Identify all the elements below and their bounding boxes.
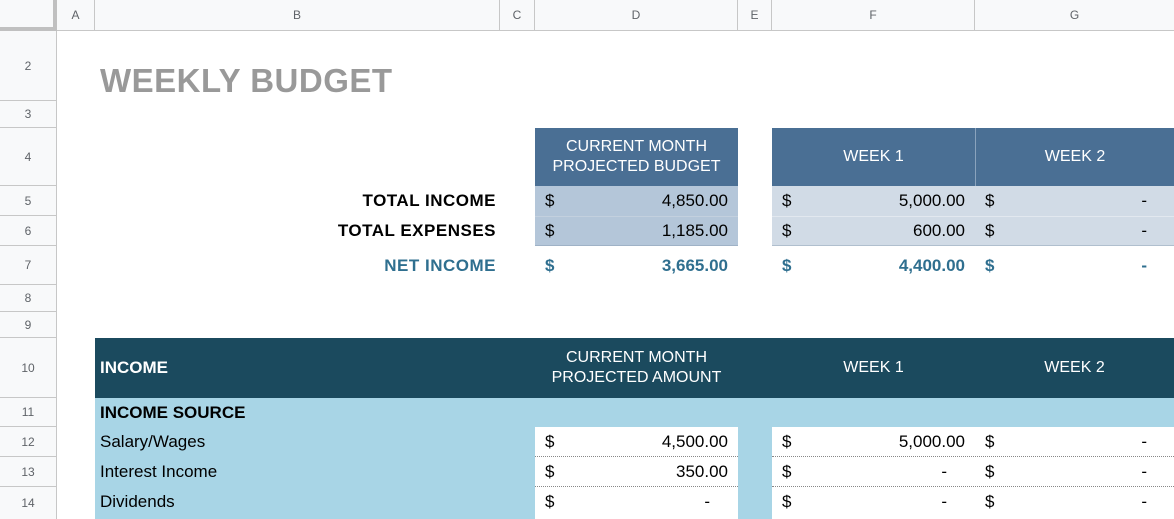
summary-header-week-2[interactable]: WEEK 2	[975, 128, 1174, 186]
total-expenses-week2-value[interactable]: -	[1000, 216, 1147, 246]
column-header-d[interactable]: D	[535, 0, 738, 31]
row-header-9[interactable]: 9	[0, 312, 57, 338]
income-header-projected-amount[interactable]: CURRENT MONTH PROJECTED AMOUNT	[535, 338, 738, 398]
dollar-sign: $	[782, 221, 792, 240]
total-expenses-week1-value[interactable]: 600.00	[800, 216, 965, 246]
dollar-sign: $	[985, 255, 995, 275]
income-header-week-1[interactable]: WEEK 1	[772, 338, 975, 398]
dollar-sign: $	[782, 191, 792, 210]
dollar-sign: $	[782, 492, 792, 511]
row-header-10[interactable]: 10	[0, 338, 57, 398]
salary-week2-cell[interactable]: -	[1000, 427, 1147, 457]
dollar-sign: $	[782, 255, 792, 275]
column-header-b[interactable]: B	[95, 0, 500, 31]
row-header-11[interactable]: 11	[0, 398, 57, 427]
row-header-5[interactable]: 5	[0, 186, 57, 216]
total-income-budget-value[interactable]: 4,850.00	[560, 186, 728, 216]
summary-label-net-income[interactable]: NET INCOME	[95, 246, 496, 285]
dividends-week2-cell[interactable]: -	[1000, 487, 1147, 517]
dollar-sign: $	[545, 492, 555, 511]
dividends-amount-cell[interactable]: -	[560, 487, 710, 517]
row-header-14[interactable]: 14	[0, 487, 57, 519]
summary-header-projected-budget[interactable]: CURRENT MONTH PROJECTED BUDGET	[535, 128, 738, 186]
income-source-label[interactable]: INCOME SOURCE	[100, 398, 245, 427]
salary-amount-cell[interactable]: 4,500.00	[560, 427, 728, 457]
net-income-week1-value[interactable]: 4,400.00	[800, 246, 965, 285]
dollar-sign: $	[782, 462, 792, 481]
total-income-week2-value[interactable]: -	[1000, 186, 1147, 216]
dollar-sign: $	[985, 221, 995, 240]
row-header-7[interactable]: 7	[0, 246, 57, 285]
column-header-g[interactable]: G	[975, 0, 1174, 31]
row-header-8[interactable]: 8	[0, 285, 57, 312]
salary-week1-cell[interactable]: 5,000.00	[800, 427, 965, 457]
column-header-f[interactable]: F	[772, 0, 975, 31]
net-income-budget-value[interactable]: 3,665.00	[560, 246, 728, 285]
income-header-week-2[interactable]: WEEK 2	[975, 338, 1174, 398]
row-header-3[interactable]: 3	[0, 101, 57, 128]
select-all-corner[interactable]	[0, 0, 57, 31]
interest-amount-cell[interactable]: 350.00	[560, 457, 728, 487]
dollar-sign: $	[545, 255, 555, 275]
summary-header-week-1[interactable]: WEEK 1	[772, 128, 975, 186]
dollar-sign: $	[545, 221, 555, 240]
dollar-sign: $	[985, 191, 995, 210]
dividends-week1-cell[interactable]: -	[800, 487, 947, 517]
row-header-2[interactable]: 2	[0, 31, 57, 101]
income-label-dividends[interactable]: Dividends	[100, 487, 175, 517]
row-header-13[interactable]: 13	[0, 457, 57, 487]
net-income-week2-value[interactable]: -	[1000, 246, 1147, 285]
interest-week2-cell[interactable]: -	[1000, 457, 1147, 487]
dollar-sign: $	[545, 191, 555, 210]
dollar-sign: $	[545, 462, 555, 481]
dollar-sign: $	[782, 432, 792, 451]
total-income-week1-value[interactable]: 5,000.00	[800, 186, 965, 216]
summary-label-total-income[interactable]: TOTAL INCOME	[95, 186, 496, 216]
dollar-sign: $	[985, 492, 995, 511]
dollar-sign: $	[545, 432, 555, 451]
row-header-4[interactable]: 4	[0, 128, 57, 186]
dollar-sign: $	[985, 432, 995, 451]
income-label-salary[interactable]: Salary/Wages	[100, 427, 205, 457]
interest-week1-cell[interactable]: -	[800, 457, 947, 487]
total-expenses-budget-value[interactable]: 1,185.00	[560, 216, 728, 246]
dollar-sign: $	[985, 462, 995, 481]
page-title: WEEKLY BUDGET	[100, 62, 393, 99]
column-header-c[interactable]: C	[500, 0, 535, 31]
summary-label-total-expenses[interactable]: TOTAL EXPENSES	[95, 216, 496, 246]
income-title[interactable]: INCOME	[100, 338, 168, 398]
row-header-6[interactable]: 6	[0, 216, 57, 246]
column-header-e[interactable]: E	[738, 0, 772, 31]
income-label-interest[interactable]: Interest Income	[100, 457, 217, 487]
column-header-a[interactable]: A	[57, 0, 95, 31]
row-header-12[interactable]: 12	[0, 427, 57, 457]
